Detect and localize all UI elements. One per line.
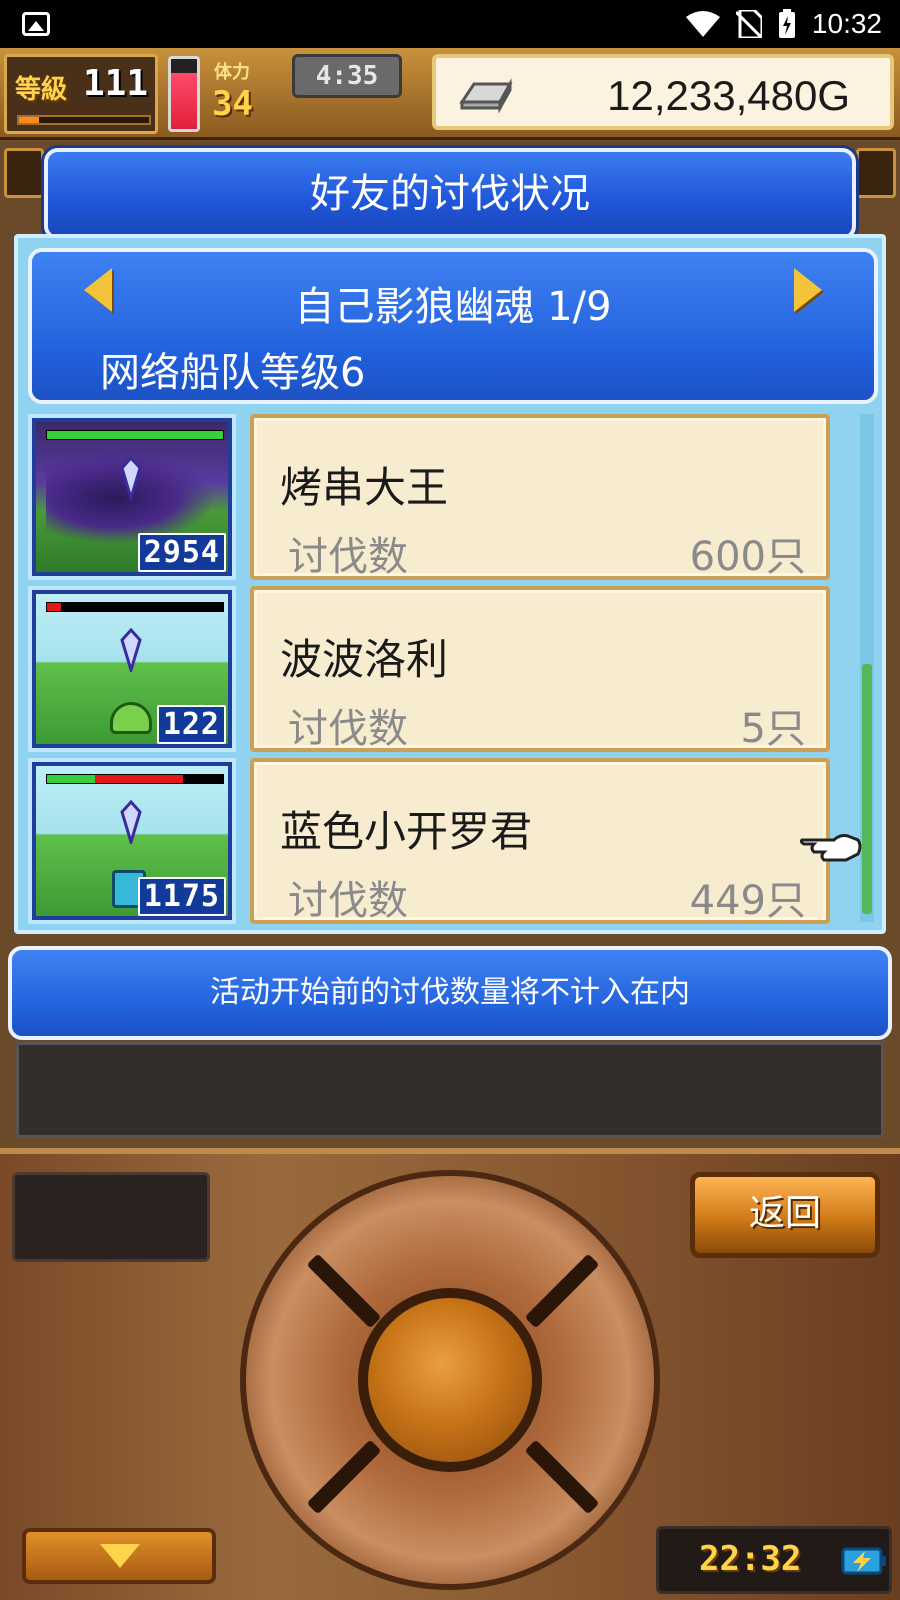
player-header: 自己影狼幽魂 1/9 网络船队等级6: [28, 248, 878, 404]
crystal-icon: [120, 456, 142, 500]
dpad-divider: [306, 1253, 382, 1329]
gold-bar-icon: [459, 78, 513, 114]
hp-bar: [46, 602, 224, 612]
list-scrollbar[interactable]: [860, 414, 874, 922]
side-badge-left: [4, 148, 44, 198]
level-tag: 等級: [15, 75, 68, 105]
stamina-timer: 4:35: [292, 54, 402, 98]
image-icon: [22, 12, 50, 36]
sub-screen: [12, 1172, 210, 1262]
monster-card: 波波洛利 讨伐数 5只: [250, 586, 830, 752]
scrollbar-thumb[interactable]: [862, 664, 872, 914]
stamina-vial: [168, 56, 200, 132]
kill-count-value: 600只: [689, 534, 806, 580]
clock-text: 22:32: [699, 1539, 802, 1579]
hp-damage: [47, 603, 62, 611]
no-sim-icon: [735, 10, 762, 38]
status-icons: 10:32: [685, 8, 882, 40]
monster-card: 烤串大王 讨伐数 600只: [250, 414, 830, 580]
level-progress-bar: [17, 115, 151, 125]
battery-charging-icon: [841, 1547, 886, 1575]
friend-status-panel: 自己影狼幽魂 1/9 网络船队等级6 2954 烤串大王 讨伐数 600只 12…: [14, 234, 886, 934]
notice-text: 活动开始前的讨伐数量将不计入在内: [210, 975, 690, 1010]
level-value: 111: [83, 63, 149, 104]
kill-count-label: 讨伐数: [288, 878, 408, 924]
message-box: [16, 1042, 884, 1138]
game-clock: 22:32: [656, 1526, 892, 1594]
dpad-divider: [306, 1439, 382, 1515]
hp-damage: [94, 775, 183, 783]
monster-count: 1175: [137, 877, 226, 916]
monster-thumbnail: 2954: [28, 414, 236, 580]
gold-value: 12,233,480G: [607, 72, 850, 119]
monster-name: 蓝色小开罗君: [280, 807, 533, 856]
list-item[interactable]: 122 波波洛利 讨伐数 5只: [28, 586, 840, 752]
monster-count: 2954: [137, 533, 226, 572]
wifi-icon: [685, 11, 720, 37]
monster-thumbnail: 1175: [28, 758, 236, 924]
level-progress-fill: [19, 117, 39, 123]
hp-fill: [47, 431, 223, 439]
status-time: 10:32: [811, 8, 882, 39]
stamina-value: 34: [212, 84, 253, 124]
status-bar: 10:32: [0, 0, 900, 48]
menu-toggle-button[interactable]: [22, 1528, 216, 1584]
dpad-divider: [524, 1439, 600, 1515]
list-item[interactable]: 2954 烤串大王 讨伐数 600只: [28, 414, 840, 580]
fleet-level: 网络船队等级6: [100, 350, 366, 396]
kill-count-value: 5只: [740, 706, 806, 752]
dpad-down[interactable]: [396, 1492, 516, 1572]
monster-name: 波波洛利: [280, 635, 449, 684]
hp-bar: [46, 774, 224, 784]
back-button[interactable]: 返回: [690, 1172, 880, 1258]
confirm-button[interactable]: [358, 1288, 542, 1472]
monster-count: 122: [156, 705, 226, 744]
hp-bar: [46, 430, 224, 440]
stamina-tag: 体力: [214, 62, 250, 83]
monster-list: 2954 烤串大王 讨伐数 600只 122 波波洛利 讨伐数 5只 1175 …: [28, 414, 840, 924]
list-item[interactable]: 1175 蓝色小开罗君 讨伐数 449只: [28, 758, 840, 924]
monster-card: 蓝色小开罗君 讨伐数 449只: [250, 758, 830, 924]
kill-count-value: 449只: [689, 878, 806, 924]
crystal-icon: [120, 628, 142, 672]
page-title: 好友的讨伐状况: [310, 171, 590, 217]
notice-banner: 活动开始前的讨伐数量将不计入在内: [8, 946, 892, 1040]
pointing-hand-icon: [800, 834, 862, 862]
title-banner: 好友的讨伐状况: [44, 148, 856, 240]
crystal-icon: [120, 800, 142, 844]
level-panel: 等級 111: [4, 54, 158, 134]
game-screen: 等級 111 体力 34 4:35 12,233,480G 好友的讨伐状况 自己…: [0, 48, 900, 1600]
kill-count-label: 讨伐数: [288, 534, 408, 580]
dpad-divider: [524, 1253, 600, 1329]
monster-thumbnail: 122: [28, 586, 236, 752]
controller-panel: 返回 22:32: [0, 1148, 900, 1600]
top-hud: 等級 111 体力 34 4:35 12,233,480G: [0, 48, 900, 140]
hp-fill: [47, 775, 95, 783]
dpad-up[interactable]: [396, 1196, 516, 1276]
player-name: 自己影狼幽魂 1/9: [294, 284, 612, 330]
chevron-down-icon: [100, 1544, 140, 1568]
battery-charging-icon: [778, 9, 795, 38]
kill-count-label: 讨伐数: [288, 706, 408, 752]
dpad[interactable]: [240, 1170, 660, 1590]
monster-name: 烤串大王: [280, 463, 449, 512]
stamina-fill: [171, 73, 197, 129]
side-badge-right: [856, 148, 896, 198]
dpad-right[interactable]: [562, 1326, 642, 1446]
dpad-left[interactable]: [266, 1326, 346, 1446]
gold-panel: 12,233,480G: [432, 54, 894, 130]
next-player-arrow-icon[interactable]: [794, 268, 822, 312]
monster-slime-sprite: [110, 702, 152, 734]
